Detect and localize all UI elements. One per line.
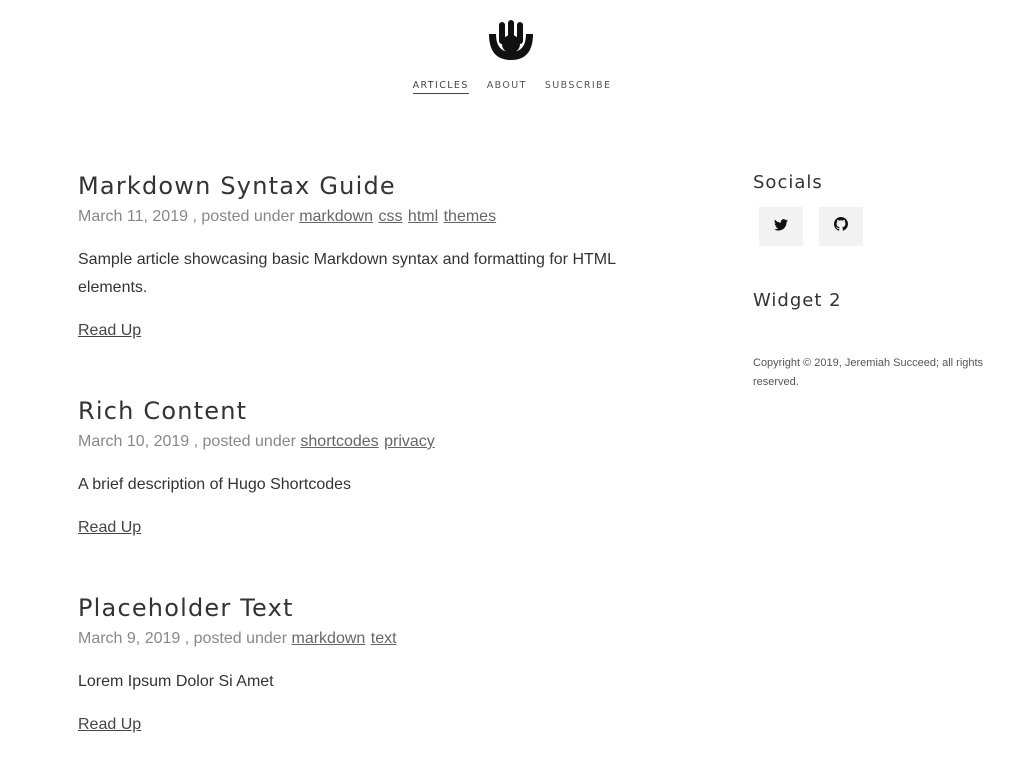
- post-title[interactable]: Rich Content: [78, 393, 658, 429]
- post-meta: March 10, 2019 , posted under shortcodes…: [78, 429, 658, 455]
- github-button[interactable]: [819, 207, 863, 246]
- post-item: Rich Content March 10, 2019 , posted und…: [78, 393, 658, 541]
- read-more-link[interactable]: Read Up: [78, 515, 141, 541]
- sidebar: Socials Widget 2 Copyright © 2019, Jerem…: [753, 170, 993, 392]
- posted-under-label: , posted under: [192, 208, 295, 225]
- copyright-text: Copyright © 2019, Jeremiah Succeed; all …: [753, 357, 984, 388]
- twitter-icon: [774, 218, 788, 236]
- post-title[interactable]: Markdown Syntax Guide: [78, 168, 658, 204]
- posted-under-label: , posted under: [193, 433, 296, 450]
- tag-link[interactable]: themes: [444, 208, 496, 225]
- post-meta: March 9, 2019 , posted under markdown te…: [78, 626, 658, 652]
- nav-about[interactable]: ABOUT: [487, 80, 527, 94]
- github-icon: [834, 217, 848, 236]
- tag-link[interactable]: shortcodes: [300, 433, 378, 450]
- post-summary: Lorem Ipsum Dolor Si Amet: [78, 673, 274, 690]
- tag-link[interactable]: markdown: [299, 208, 373, 225]
- twitter-button[interactable]: [759, 207, 803, 246]
- tag-link[interactable]: html: [408, 208, 438, 225]
- main-nav: ARTICLES ABOUT SUBSCRIBE: [0, 80, 1024, 94]
- read-more-link[interactable]: Read Up: [78, 712, 141, 738]
- nav-subscribe[interactable]: SUBSCRIBE: [545, 80, 612, 94]
- social-list: [759, 207, 993, 246]
- post-date: March 11, 2019: [78, 208, 188, 225]
- site-header: ARTICLES ABOUT SUBSCRIBE: [0, 0, 1024, 110]
- post-date: March 9, 2019: [78, 630, 181, 647]
- tag-link[interactable]: css: [378, 208, 402, 225]
- post-title[interactable]: Placeholder Text: [78, 590, 658, 626]
- post-date: March 10, 2019: [78, 433, 190, 450]
- post-summary: A brief description of Hugo Shortcodes: [78, 476, 352, 493]
- site-logo-icon[interactable]: [486, 20, 536, 62]
- post-meta: March 11, 2019 , posted under markdown c…: [78, 204, 658, 230]
- post-item: Markdown Syntax Guide March 11, 2019 , p…: [78, 168, 658, 344]
- post-summary: Sample article showcasing basic Markdown…: [78, 251, 616, 296]
- socials-title: Socials: [753, 172, 823, 193]
- post-item: Placeholder Text March 9, 2019 , posted …: [78, 590, 658, 738]
- widget-2-title: Widget 2: [753, 290, 842, 311]
- tag-link[interactable]: text: [371, 630, 397, 647]
- posted-under-label: , posted under: [184, 630, 288, 647]
- read-more-link[interactable]: Read Up: [78, 318, 141, 344]
- nav-articles[interactable]: ARTICLES: [412, 80, 469, 94]
- tag-link[interactable]: privacy: [384, 433, 435, 450]
- tag-link[interactable]: markdown: [291, 630, 365, 647]
